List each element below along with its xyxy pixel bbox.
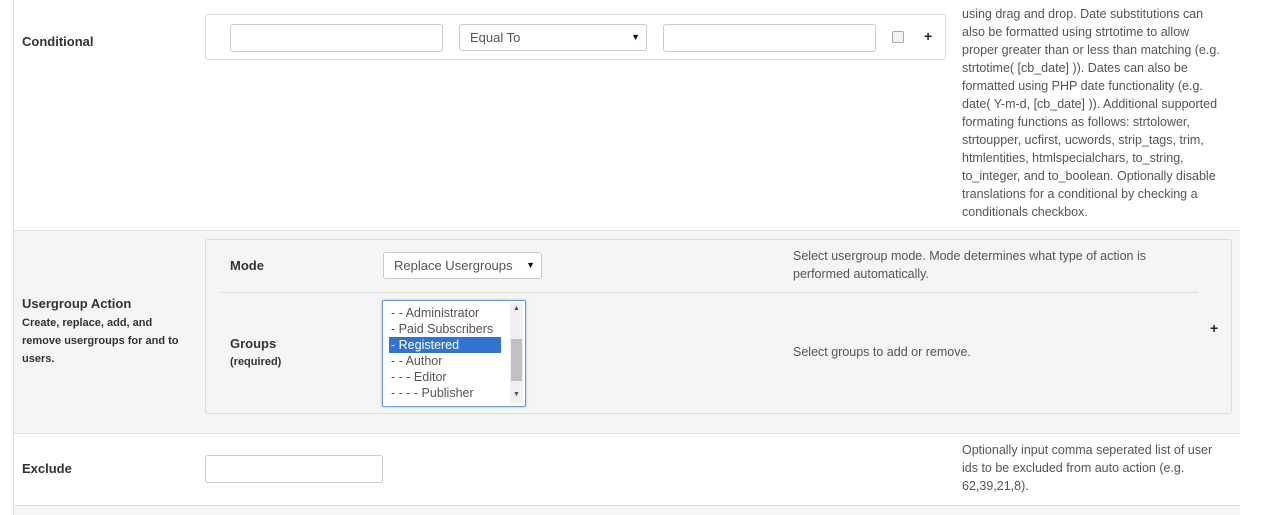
exclude-label: Exclude [22,461,72,476]
help-line: performed automatically. [793,267,929,281]
help-line: Optionally input comma seperated list of… [962,443,1213,457]
help-line: Select usergroup mode. Mode determines w… [793,249,1146,263]
help-line: conditionals checkbox. [962,205,1088,219]
groups-label: Groups [230,336,277,351]
conditional-translate-checkbox[interactable] [892,31,904,43]
help-line: date( Y-m-d, [cb_date] )). Additional su… [962,97,1218,111]
description-line: Create, replace, add, and [22,317,153,329]
usergroup-action-panel: Mode Replace Usergroups ▼ Select usergro… [205,239,1232,414]
mode-help-text: Select usergroup mode. Mode determines w… [793,247,1213,283]
add-conditional-button[interactable]: + [924,28,932,44]
chevron-down-icon: ▼ [526,260,535,270]
usergroup-action-row: Usergroup Action Create, replace, add, a… [14,231,1240,434]
group-option[interactable]: - - Administrator [389,305,501,321]
help-line: also be formatted using strtotime to all… [962,25,1190,39]
help-line: translations for a conditional by checki… [962,187,1198,201]
usergroup-action-description: Create, replace, add, and remove usergrou… [22,314,197,368]
mode-select[interactable]: Replace Usergroups ▼ [383,252,542,279]
conditional-value-input[interactable] [663,24,876,52]
panel-divider [221,292,1198,293]
description-line: remove usergroups for and to [22,335,179,347]
next-row [14,506,1240,515]
mode-label: Mode [230,258,264,273]
groups-required-note: (required) [230,356,282,368]
help-line: formating functions as follows: strtolow… [962,115,1190,129]
group-option[interactable]: - - - - Publisher [389,385,501,401]
listbox-scrollbar[interactable]: ▲ ▼ [510,303,523,403]
help-line: ids to be excluded from auto action (e.g… [962,461,1185,475]
group-option[interactable]: - - Author [389,353,501,369]
scroll-up-icon[interactable]: ▲ [510,305,523,312]
conditional-operator-value: Equal To [470,30,521,45]
groups-help-text: Select groups to add or remove. [793,345,971,359]
groups-listbox[interactable]: - - Administrator - Paid Subscribers - Reg… [382,300,526,407]
group-option[interactable]: - Registered [389,337,501,353]
mode-select-value: Replace Usergroups [394,258,513,273]
exclude-help-text: Optionally input comma seperated list of… [962,441,1237,495]
help-line: proper greater than or less than matchin… [962,43,1220,57]
help-line: htmlentities, htmlspecialchars, to_strin… [962,151,1184,165]
conditional-label: Conditional [22,34,94,49]
help-line: formatted using PHP date functionality (… [962,79,1203,93]
help-line: strtoupper, ucfirst, ucwords, strip_tags… [962,133,1204,147]
description-line: users. [22,353,55,365]
help-line: to_integer, and to_boolean. Optionally d… [962,169,1216,183]
group-option[interactable]: - Paid Subscribers [389,321,501,337]
help-line: using drag and drop. Date substitutions … [962,7,1204,21]
conditional-help-text: using drag and drop. Date substitutions … [962,5,1237,221]
help-line: 62,39,21,8). [962,479,1029,493]
usergroup-action-label: Usergroup Action [22,296,132,311]
group-option[interactable]: - - - Editor [389,369,501,385]
conditional-field-input[interactable] [230,24,443,52]
add-usergroup-action-button[interactable]: + [1210,320,1218,336]
conditional-panel: Equal To ▼ + [205,14,946,60]
conditional-operator-select[interactable]: Equal To ▼ [459,24,647,51]
exclude-row: Exclude Optionally input comma seperated… [14,434,1240,506]
conditional-row: Conditional Equal To ▼ + using drag and … [14,0,1240,231]
scroll-down-icon[interactable]: ▼ [510,391,523,398]
help-line: strtotime( [cb_date] )). Dates can also … [962,61,1188,75]
chevron-down-icon: ▼ [631,32,640,42]
scrollbar-thumb[interactable] [511,339,522,381]
exclude-input[interactable] [205,455,383,483]
